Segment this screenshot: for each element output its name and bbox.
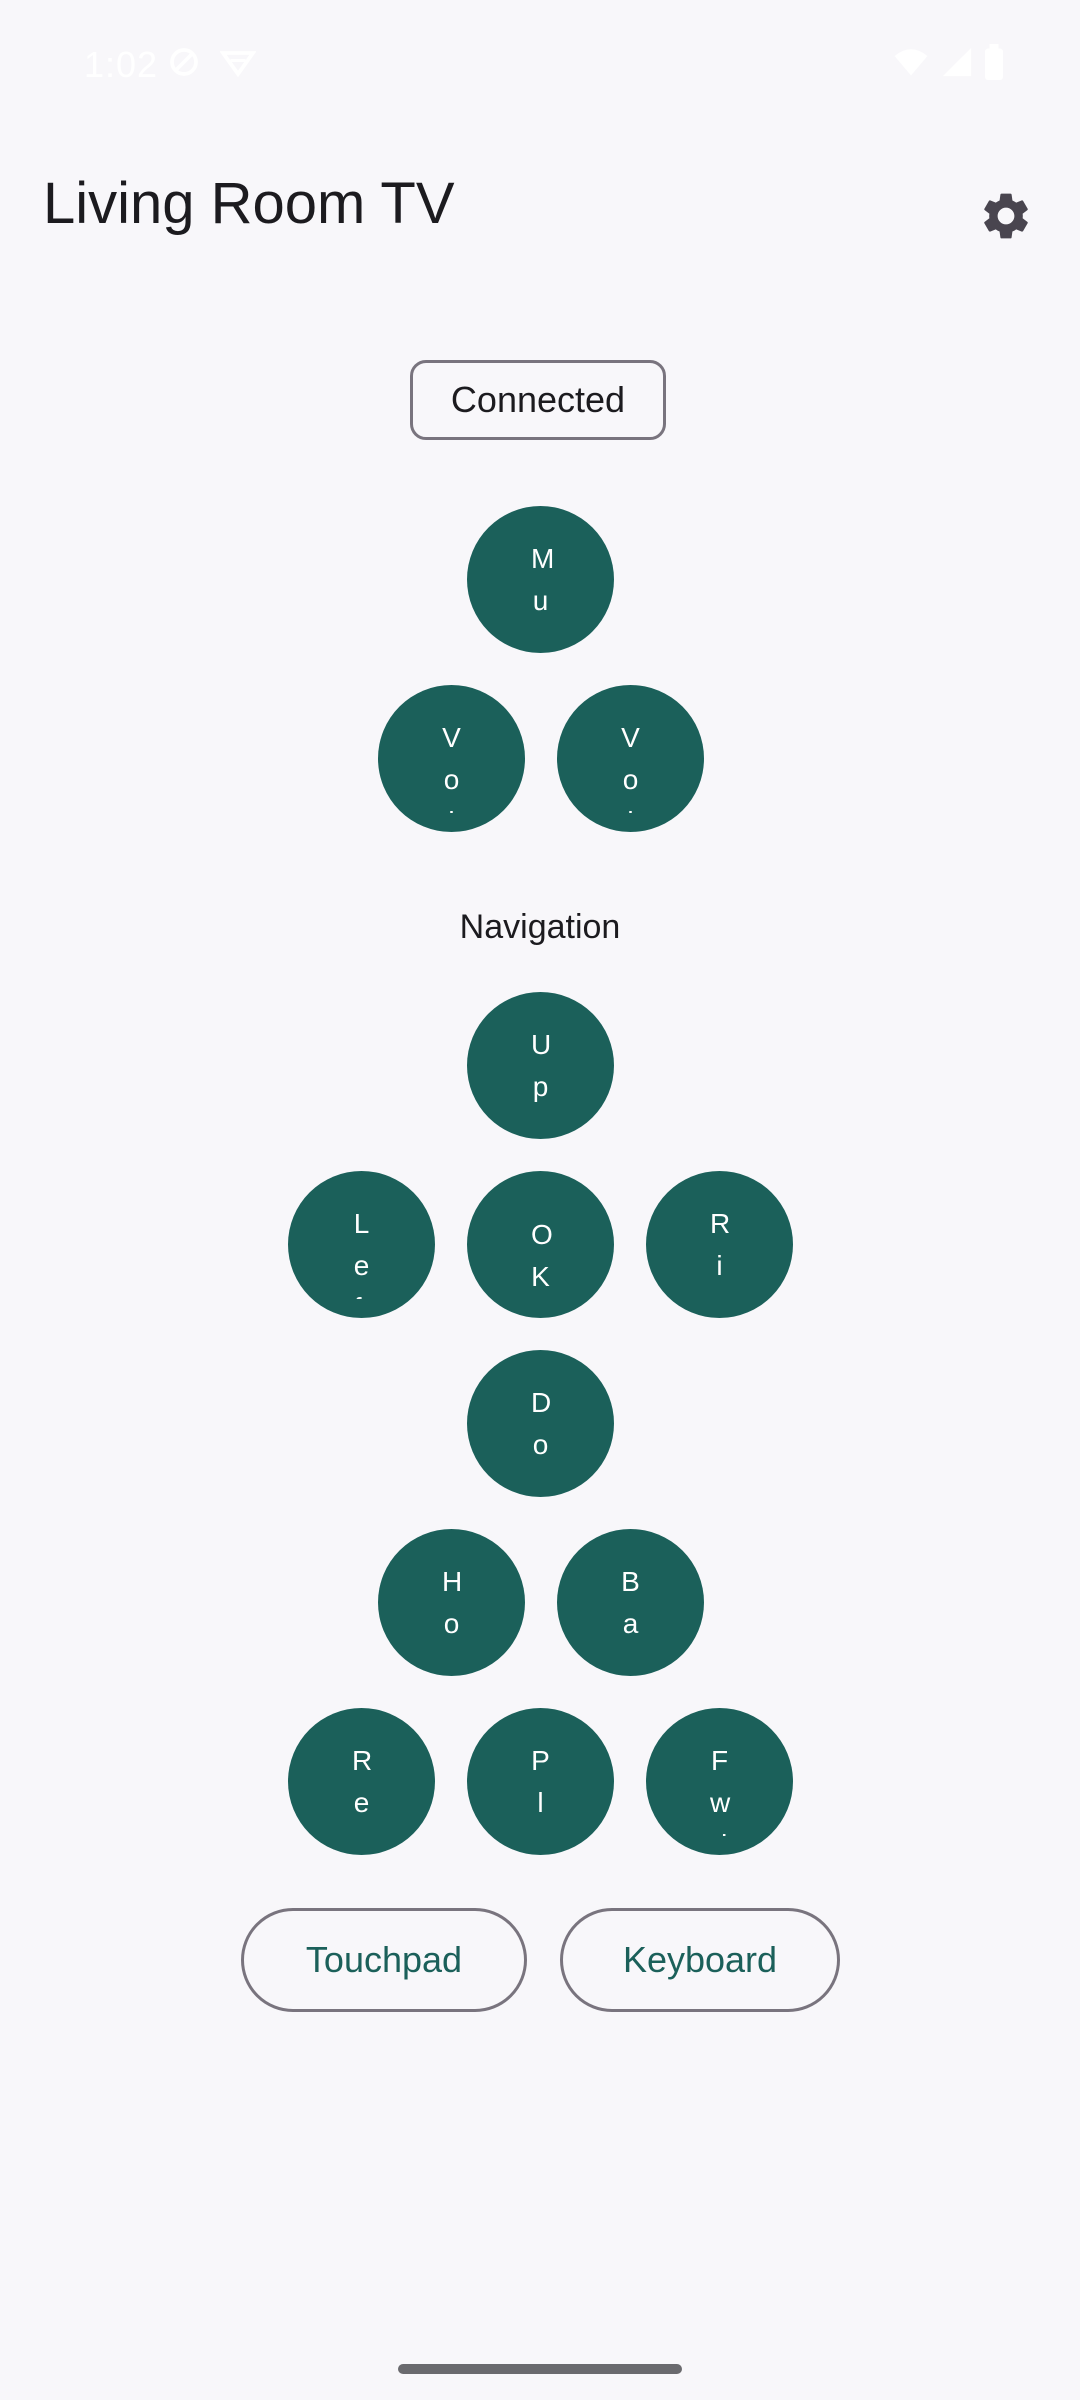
- up-button-label: Up: [531, 1029, 552, 1102]
- gesture-nav-handle[interactable]: [398, 2364, 682, 2374]
- rewind-button-label: Rev: [352, 1745, 373, 1836]
- rewind-button[interactable]: Rev: [288, 1708, 435, 1855]
- page-title: Living Room TV: [43, 171, 455, 236]
- forward-button[interactable]: Fwd: [646, 1708, 793, 1855]
- data-saver-icon: [166, 44, 202, 85]
- home-button[interactable]: Home: [378, 1529, 525, 1676]
- mute-button-label: Mute: [531, 543, 555, 634]
- down-button[interactable]: Down: [467, 1350, 614, 1497]
- touchpad-button[interactable]: Touchpad: [241, 1908, 527, 2012]
- status-bar: 1:02: [0, 0, 1080, 130]
- ok-button[interactable]: OK: [467, 1171, 614, 1318]
- gear-icon: [984, 193, 1028, 239]
- left-button-label: Left: [353, 1208, 370, 1299]
- settings-button[interactable]: [970, 180, 1042, 252]
- down-button-label: Down: [531, 1387, 552, 1478]
- mute-button[interactable]: Mute: [467, 506, 614, 653]
- wifi-icon: [892, 44, 930, 85]
- volume-up-button[interactable]: Vol: [557, 685, 704, 832]
- play-button[interactable]: Play: [467, 1708, 614, 1855]
- home-button-label: Home: [442, 1566, 465, 1657]
- battery-icon: [984, 44, 1004, 85]
- vpn-icon: [219, 44, 257, 85]
- play-button-label: Play: [531, 1745, 550, 1836]
- forward-button-label: Fwd: [710, 1745, 731, 1836]
- right-button-label: Right: [710, 1208, 731, 1299]
- connection-status-chip[interactable]: Connected: [410, 360, 666, 440]
- right-button[interactable]: Right: [646, 1171, 793, 1318]
- volume-down-label: Vol: [442, 722, 461, 813]
- ok-button-label: OK: [531, 1219, 553, 1292]
- status-time: 1:02: [84, 44, 159, 85]
- up-button[interactable]: Up: [467, 992, 614, 1139]
- back-button-label: Back: [621, 1566, 640, 1657]
- keyboard-button[interactable]: Keyboard: [560, 1908, 840, 2012]
- navigation-heading: Navigation: [459, 908, 621, 946]
- signal-icon: [940, 44, 974, 85]
- left-button[interactable]: Left: [288, 1171, 435, 1318]
- volume-down-button[interactable]: Vol: [378, 685, 525, 832]
- back-button[interactable]: Back: [557, 1529, 704, 1676]
- volume-up-label: Vol: [621, 722, 640, 813]
